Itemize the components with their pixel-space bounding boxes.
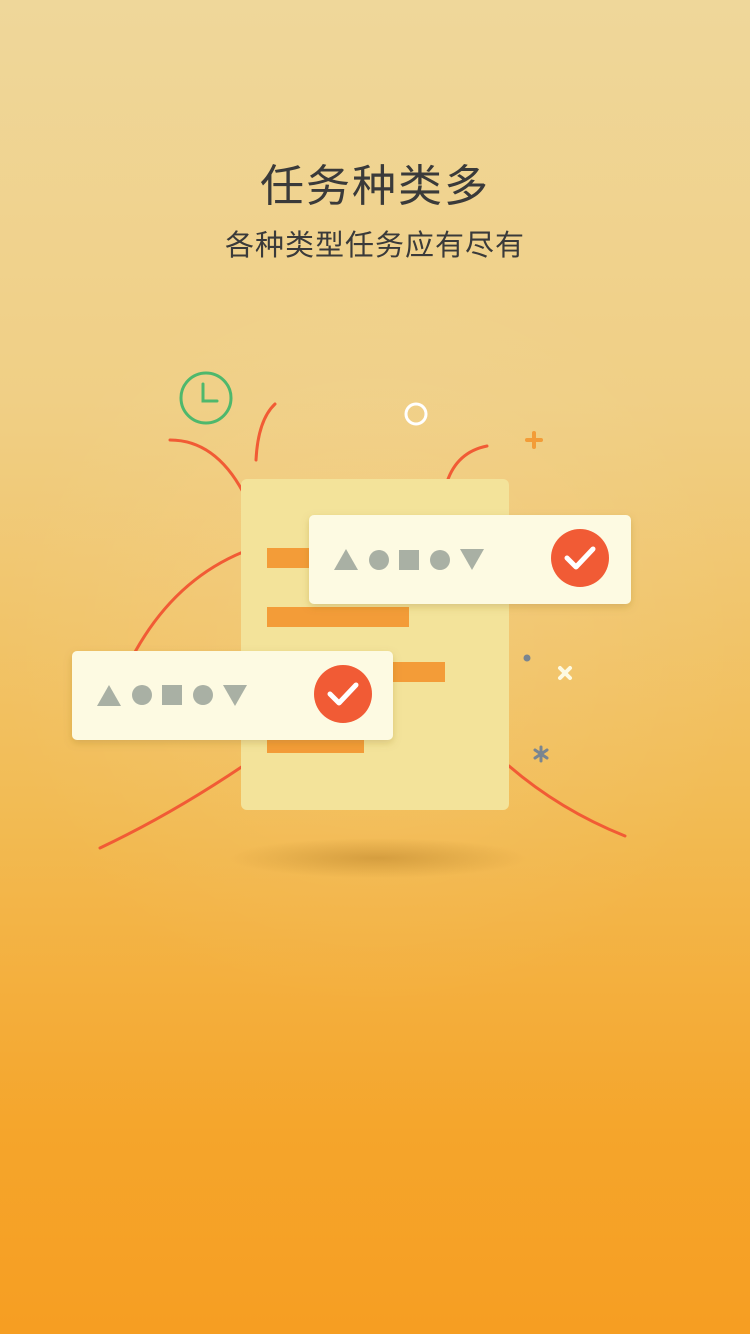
clock-icon xyxy=(179,371,233,425)
curve-top-left-long xyxy=(168,438,245,494)
curve-left-middle xyxy=(133,550,245,654)
check-icon xyxy=(551,529,609,587)
task-card xyxy=(72,651,393,740)
plus-decoration xyxy=(525,431,543,449)
tasks-illustration xyxy=(72,371,631,878)
ring-decoration xyxy=(404,402,428,426)
curve-bottom-right xyxy=(507,764,627,838)
circle-icon xyxy=(132,685,152,705)
asterisk-decoration xyxy=(533,745,549,763)
cross-decoration xyxy=(558,666,572,680)
document-line xyxy=(267,607,409,627)
curve-bottom-left xyxy=(98,764,245,850)
curve-top-left-short xyxy=(254,402,277,462)
document-shadow xyxy=(228,838,528,878)
curve-top-right xyxy=(445,444,489,484)
circle-icon xyxy=(193,685,213,705)
circle-icon xyxy=(430,550,450,570)
circle-icon xyxy=(369,550,389,570)
square-icon xyxy=(162,685,182,705)
dot-decoration xyxy=(523,654,531,662)
check-icon xyxy=(314,665,372,723)
square-icon xyxy=(399,550,419,570)
task-card xyxy=(309,515,631,604)
